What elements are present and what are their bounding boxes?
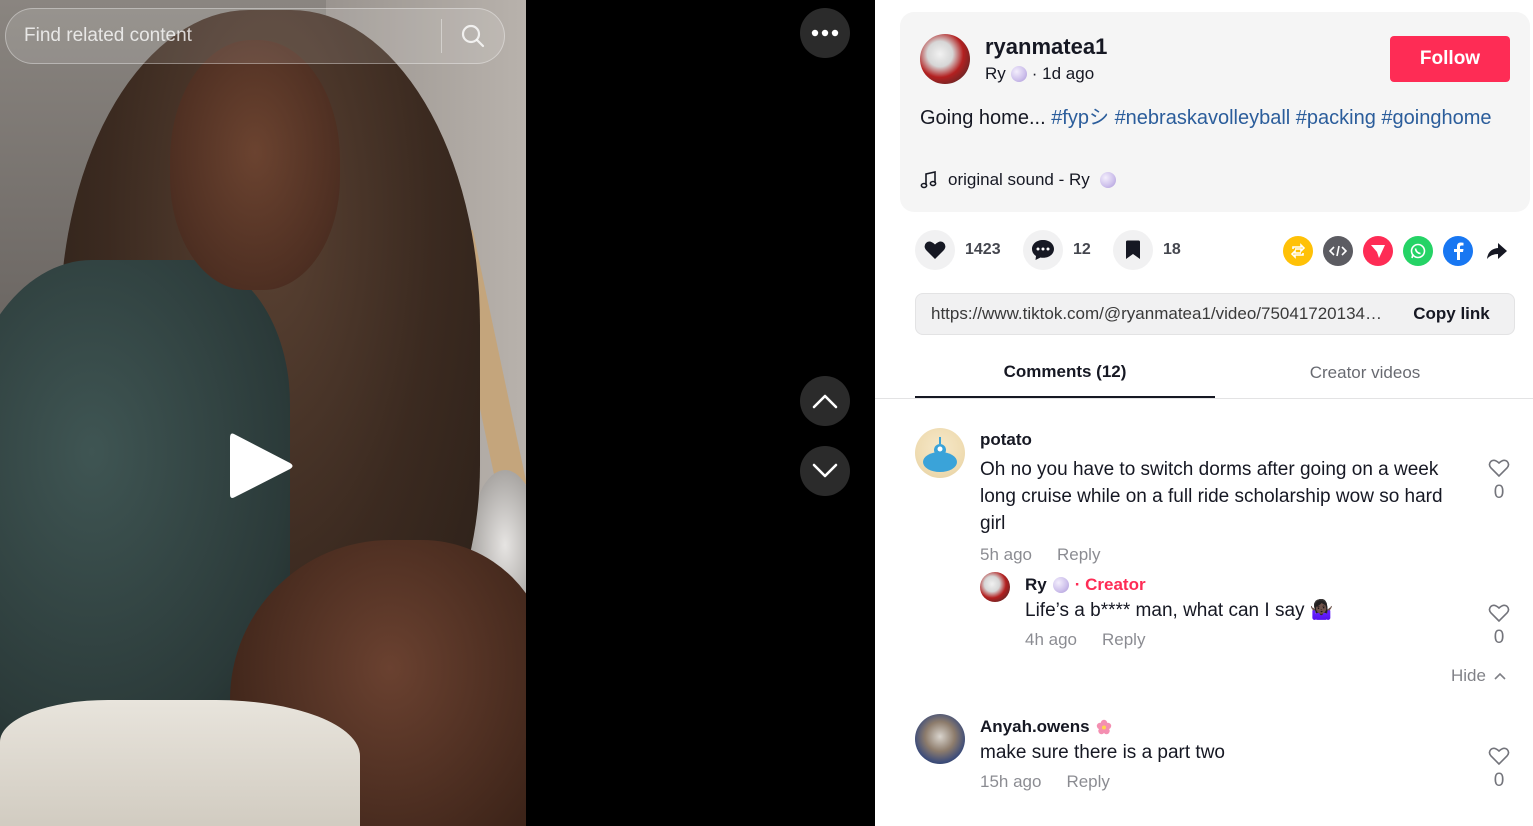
post-time: · 1d ago [1031,64,1095,83]
hide-replies-button[interactable]: Hide [1451,666,1506,686]
creator-display-name: Ry [985,64,1006,83]
panel-tabs: Comments (12) Creator videos [915,348,1515,398]
repost-icon[interactable] [1283,236,1313,266]
copy-link-button[interactable]: Copy link [1389,304,1514,324]
hide-label: Hide [1451,666,1486,685]
comment-like[interactable]: 0 [1484,746,1514,792]
chevron-up-icon [812,394,838,409]
hashtag-link[interactable]: #fypシ [1051,107,1109,129]
music-note-icon [920,171,937,189]
previous-video-button[interactable] [800,376,850,426]
volleyball-emoji [1099,172,1116,188]
tab-comments[interactable]: Comments (12) [915,348,1215,398]
chevron-up-icon [1494,672,1506,680]
flower-emoji-icon [1096,719,1111,735]
hashtag-link[interactable]: #packing [1296,107,1376,129]
action-bar: 1423 12 18 [915,230,1515,274]
share-arrow-icon[interactable] [1483,236,1511,266]
volleyball-emoji [1010,66,1027,82]
reply-button[interactable]: Reply [1057,545,1100,565]
bookmark-icon [1126,240,1140,259]
facebook-icon[interactable] [1443,236,1473,266]
music-title: original sound - Ry [948,170,1090,189]
share-icons [1283,236,1511,266]
heart-outline-icon [1488,747,1510,766]
comment-like[interactable]: 0 [1484,458,1514,504]
commenter-avatar[interactable] [915,714,965,764]
like-action[interactable]: 1423 [915,230,1001,270]
comment-like-count: 0 [1493,482,1505,503]
comment-time: 5h ago [980,545,1032,564]
like-count: 1423 [965,241,1001,258]
reply-time: 4h ago [1025,630,1077,649]
video-url[interactable]: https://www.tiktok.com/@ryanmatea1/video… [916,304,1389,324]
more-options-button[interactable] [800,8,850,58]
play-icon[interactable] [226,428,296,504]
embed-icon[interactable] [1323,236,1353,266]
video-area: Find related content [0,0,875,826]
video-link-box: https://www.tiktok.com/@ryanmatea1/video… [915,293,1515,335]
comment-icon [1032,240,1054,260]
tab-creator-videos[interactable]: Creator videos [1215,348,1515,398]
comment-like-count: 0 [1493,770,1505,791]
send-icon[interactable] [1363,236,1393,266]
tiktok-video-page: Find related content ryanmatea1 Ry · 1d … [0,0,1533,826]
description-text: Going home... [920,107,1052,129]
whatsapp-icon[interactable] [1403,236,1433,266]
reply-username[interactable]: Ry [1025,575,1047,595]
find-related-search[interactable]: Find related content [5,8,505,64]
chevron-down-icon [812,463,838,478]
video-player[interactable]: Find related content [0,0,526,826]
creator-badge: · Creator [1074,575,1146,594]
heart-icon [924,241,946,259]
volleyball-emoji [1052,577,1069,593]
post-info-card: ryanmatea1 Ry · 1d ago Follow Going home… [900,12,1530,212]
music-link[interactable]: original sound - Ry [920,170,1116,190]
comment-action[interactable]: 12 [1023,230,1091,270]
creator-username[interactable]: ryanmatea1 [985,34,1107,60]
reply-item: Ry · Creator Life’s a b**** man, what ca… [1025,575,1445,650]
comment-text: Oh no you have to switch dorms after goi… [980,459,1443,534]
hashtag-link[interactable]: #nebraskavolleyball [1115,107,1291,129]
save-action[interactable]: 18 [1113,230,1181,270]
reply-button[interactable]: Reply [1066,772,1109,792]
reply-like[interactable]: 0 [1484,603,1514,649]
search-input[interactable]: Find related content [6,25,441,47]
post-description: Going home... #fypシ #nebraskavolleyball … [920,105,1510,131]
reply-text: Life’s a b**** man, what can I say 🤷🏿‍♀️ [1025,600,1334,621]
reply-avatar[interactable] [980,572,1010,602]
comment-username[interactable]: Anyah.owens [980,717,1090,737]
comment-count: 12 [1073,241,1091,258]
hashtag-link[interactable]: #goinghome [1381,107,1491,129]
comment-text: make sure there is a part two [980,742,1225,763]
reply-button[interactable]: Reply [1102,630,1145,650]
follow-button[interactable]: Follow [1390,36,1510,82]
reply-like-count: 0 [1493,627,1505,648]
comment-time: 15h ago [980,772,1042,791]
next-video-button[interactable] [800,446,850,496]
heart-outline-icon [1488,604,1510,623]
save-count: 18 [1163,241,1181,258]
commenter-avatar[interactable] [915,428,965,478]
comment-item: potato Oh no you have to switch dorms af… [980,430,1460,565]
search-button[interactable] [442,8,504,64]
comment-username[interactable]: potato [980,430,1460,450]
creator-subline: Ry · 1d ago [985,64,1094,84]
comment-item: Anyah.owens make sure there is a part tw… [980,717,1460,792]
creator-avatar[interactable] [920,34,970,84]
more-icon [811,29,839,37]
heart-outline-icon [1488,459,1510,478]
search-icon [461,24,485,48]
details-panel: ryanmatea1 Ry · 1d ago Follow Going home… [875,0,1533,826]
